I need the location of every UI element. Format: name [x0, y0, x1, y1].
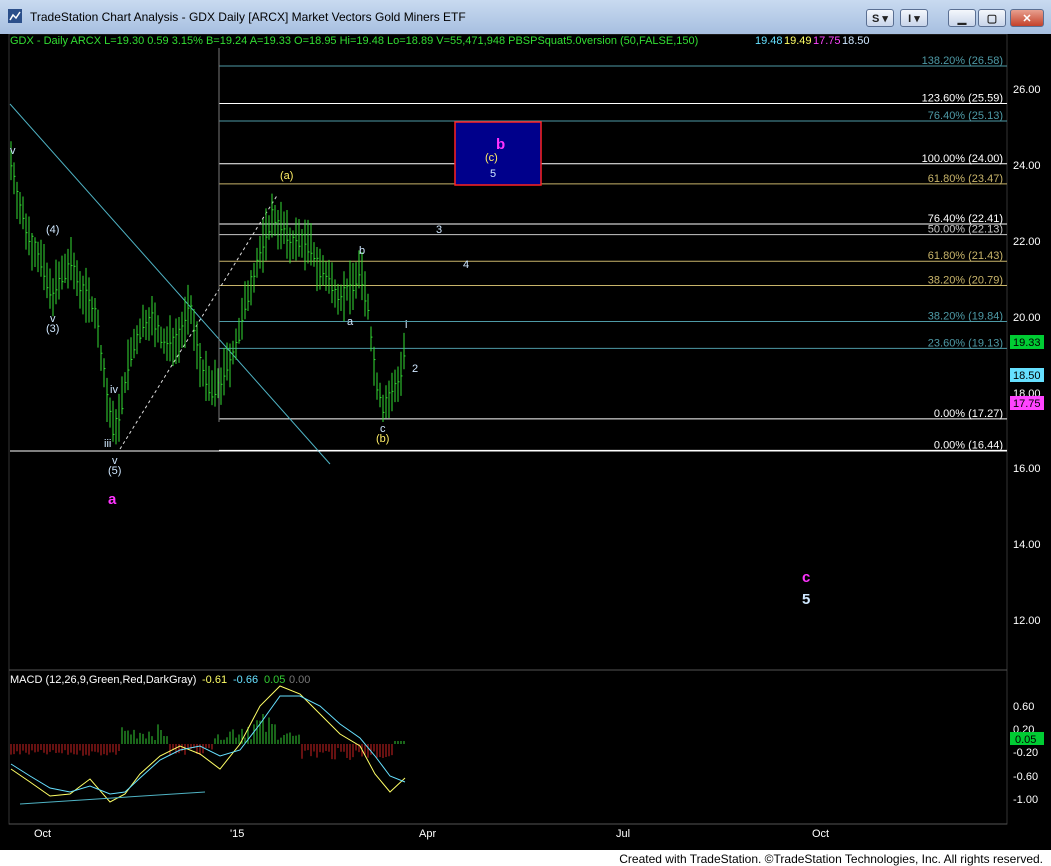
- wave-label: 5: [490, 168, 496, 180]
- wave-label: a: [347, 316, 354, 328]
- price-tick: 16.00: [1013, 463, 1041, 475]
- fib-label: 123.60% (25.59): [922, 93, 1003, 105]
- fib-label: 100.00% (24.00): [922, 153, 1003, 165]
- wave-label: 5: [802, 591, 810, 608]
- fib-label: 23.60% (19.13): [928, 337, 1003, 349]
- close-button[interactable]: ✕: [1010, 9, 1044, 27]
- indicator-value-2: 19.49: [784, 35, 812, 47]
- macd-tick: 0.60: [1013, 701, 1034, 713]
- price-candles: [10, 141, 406, 445]
- indicator-value-3: 17.75: [813, 35, 841, 47]
- i-button-label: I: [908, 13, 912, 25]
- wave-label: 4: [463, 259, 469, 271]
- wave-label: (c): [485, 152, 498, 164]
- wave-labels: v (4) v (3) iv iii v (5) a (a) b a c (b)…: [10, 136, 810, 608]
- wave-label: b: [359, 245, 365, 257]
- price-tick: 12.00: [1013, 615, 1041, 627]
- macd-label: MACD (12,26,9,Green,Red,DarkGray): [10, 674, 196, 686]
- macd-value: 0.05: [264, 674, 285, 686]
- app-icon: [8, 9, 22, 23]
- macd-line: [10, 685, 406, 803]
- macd-value: -0.66: [233, 674, 258, 686]
- symbol-header: GDX - Daily ARCX L=19.30 0.59 3.15% B=19…: [10, 35, 698, 47]
- price-tick: 22.00: [1013, 236, 1041, 248]
- credit-text: Created with TradeStation. ©TradeStation…: [619, 852, 1043, 866]
- minimize-button[interactable]: ▁: [948, 9, 976, 27]
- fib-label: 61.80% (21.43): [928, 250, 1003, 262]
- wave-label: a: [108, 491, 117, 508]
- trend-line[interactable]: [9, 103, 331, 465]
- wave-label: (a): [280, 170, 293, 182]
- wave-label: 2: [412, 363, 418, 375]
- fib-label: 76.40% (25.13): [928, 110, 1003, 122]
- s-button-label: S: [872, 13, 880, 25]
- price-tick: 24.00: [1013, 160, 1041, 172]
- fib-label: 61.80% (23.47): [928, 173, 1003, 185]
- fib-label: 0.00% (16.44): [934, 439, 1003, 451]
- price-tag: 17.75: [1013, 398, 1041, 410]
- wave-label: iv: [110, 384, 118, 396]
- wave-label: v: [10, 145, 16, 157]
- window-title: TradeStation Chart Analysis - GDX Daily …: [30, 10, 466, 24]
- time-tick: Oct: [34, 828, 51, 840]
- wave-label: b: [496, 136, 505, 153]
- macd-tick: -1.00: [1013, 794, 1038, 806]
- wave-label: (b): [376, 433, 389, 445]
- macd-value: -0.61: [202, 674, 227, 686]
- window-titlebar: TradeStation Chart Analysis - GDX Daily …: [0, 0, 1051, 35]
- macd-signal-line: [10, 695, 406, 795]
- wave-label: (3): [46, 323, 59, 335]
- fib-label: 138.20% (26.58): [922, 55, 1003, 67]
- price-axis: 26.00 24.00 22.00 20.00 18.00 16.00 14.0…: [1013, 84, 1041, 627]
- wave-label: (4): [46, 224, 59, 236]
- price-tag: 18.50: [1013, 370, 1041, 382]
- wave-label: c: [802, 569, 810, 586]
- fib-label: 50.00% (22.13): [928, 224, 1003, 236]
- fib-levels: 138.20% (26.58) 123.60% (25.59) 76.40% (25…: [219, 55, 1007, 451]
- macd-value: 0.00: [289, 674, 310, 686]
- time-tick: Oct: [812, 828, 829, 840]
- minimize-icon: ▁: [957, 13, 967, 25]
- maximize-icon: ▢: [986, 13, 998, 25]
- macd-tick: -0.20: [1013, 747, 1038, 759]
- time-tick: '15: [230, 828, 244, 840]
- wave-label: 3: [436, 224, 442, 236]
- time-tick: Apr: [419, 828, 436, 840]
- fib-label: 0.00% (17.27): [934, 408, 1003, 420]
- indicator-value-1: 19.48: [755, 35, 783, 47]
- price-tick: 14.00: [1013, 539, 1041, 551]
- fib-label: 38.20% (19.84): [928, 310, 1003, 322]
- chart-window: GDX - Daily ARCX L=19.30 0.59 3.15% B=19…: [0, 34, 1051, 850]
- s-menu-button[interactable]: S ▾: [866, 9, 894, 27]
- i-menu-button[interactable]: I ▾: [900, 9, 928, 27]
- chart-canvas[interactable]: GDX - Daily ARCX L=19.30 0.59 3.15% B=19…: [0, 34, 1051, 850]
- wave-label: i: [405, 319, 407, 331]
- close-icon: ✕: [1022, 13, 1032, 25]
- time-axis: Oct '15 Apr Jul Oct: [9, 823, 1007, 840]
- price-tick: 20.00: [1013, 312, 1041, 324]
- macd-current-value: 0.05: [1015, 734, 1036, 746]
- maximize-button[interactable]: ▢: [978, 9, 1006, 27]
- indicator-value-4: 18.50: [842, 35, 870, 47]
- wave-label: iii: [104, 438, 111, 450]
- price-tick: 26.00: [1013, 84, 1041, 96]
- macd-axis: 0.60 0.20 -0.20 -0.60 -1.00 0.05: [1010, 701, 1044, 806]
- price-tag: 19.33: [1013, 337, 1041, 349]
- wave-label: (5): [108, 465, 121, 477]
- time-tick: Jul: [616, 828, 630, 840]
- macd-tick: -0.60: [1013, 771, 1038, 783]
- fib-label: 38.20% (20.79): [928, 274, 1003, 286]
- target-box[interactable]: [454, 121, 542, 186]
